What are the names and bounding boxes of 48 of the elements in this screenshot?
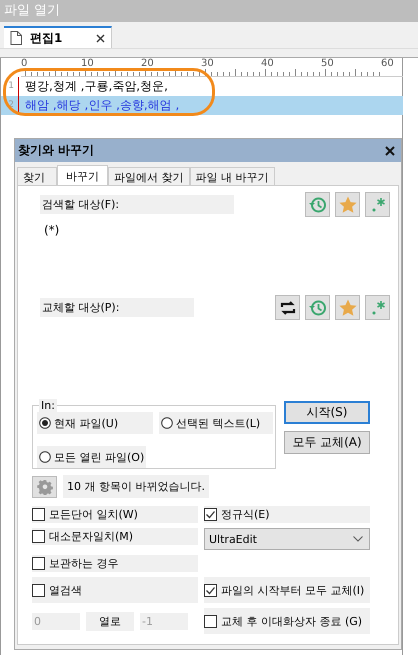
window-title: 파일 열기 <box>0 0 418 22</box>
swap-button[interactable] <box>275 295 300 320</box>
engine-dropdown[interactable]: UltraEdit <box>204 528 370 550</box>
regex-button[interactable] <box>365 192 390 217</box>
checkbox-option[interactable]: 모든단어 일치(W) <box>32 506 198 523</box>
history-button[interactable] <box>305 192 330 217</box>
radio-option[interactable]: 모든 열린 파일(O) <box>37 446 146 468</box>
field-label: 검색할 대상(F): <box>40 195 234 214</box>
checkbox-option[interactable]: 대소문자일치(M) <box>32 528 198 545</box>
star-icon <box>338 194 358 214</box>
checkbox-option[interactable]: 정규식(E) <box>204 506 370 523</box>
document-tab[interactable]: 편집1 <box>4 26 112 48</box>
dialog-title: 찾기와 바꾸기 <box>18 142 94 159</box>
code-line: 해암 ,해당 ,인우 ,송향,해엄 , <box>24 97 180 114</box>
tab-label: 편집1 <box>30 30 64 46</box>
radio-option[interactable]: 선택된 텍스트(L) <box>159 412 273 434</box>
favorites-button[interactable] <box>335 192 360 217</box>
checkbox-option[interactable]: 교체 후 이대화상자 종료 (G) <box>204 608 370 634</box>
checkbox-option[interactable]: 열검색 <box>32 577 198 603</box>
star-icon <box>338 298 358 318</box>
regex-button[interactable] <box>365 295 390 320</box>
field-label: 교체할 대상(P): <box>40 298 194 317</box>
ruler: 0 10 20 30 40 50 60 <box>21 60 403 77</box>
find-text-area[interactable]: (*) <box>26 217 390 295</box>
favorites-button[interactable] <box>335 295 360 320</box>
code-line: 평강,청계 ,구룡,죽암,청운, <box>24 78 168 95</box>
close-icon[interactable] <box>385 146 395 156</box>
close-icon <box>96 34 105 42</box>
column-label: 열로 <box>86 612 134 630</box>
group-label: In: <box>39 399 57 412</box>
radio-option[interactable]: 현재 파일(U) <box>37 412 153 434</box>
tab[interactable]: 찾기 <box>17 167 57 185</box>
gear-icon <box>36 478 52 494</box>
checkbox-option[interactable]: 파일의 시작부터 모두 교체(I) <box>204 577 370 603</box>
history-icon <box>308 298 328 318</box>
document-icon <box>10 31 22 45</box>
settings-button[interactable] <box>32 476 57 498</box>
start-button[interactable]: 시작(S) <box>284 401 370 424</box>
find-text: (*) <box>44 223 60 237</box>
chevron-down-icon <box>353 536 363 542</box>
status-message: 10 개 항목이 바뀌었습니다. <box>63 475 209 498</box>
checkbox-option[interactable]: 보관하는 경우 <box>32 555 198 572</box>
history-icon <box>308 194 328 214</box>
replace-all-button[interactable]: 모두 교체(A) <box>284 431 370 454</box>
tab[interactable]: 파일에서 찾기 <box>108 167 190 185</box>
history-button[interactable] <box>305 295 330 320</box>
tab[interactable]: 파일 내 바꾸기 <box>190 167 274 185</box>
tab[interactable]: 바꾸기 <box>57 165 108 185</box>
